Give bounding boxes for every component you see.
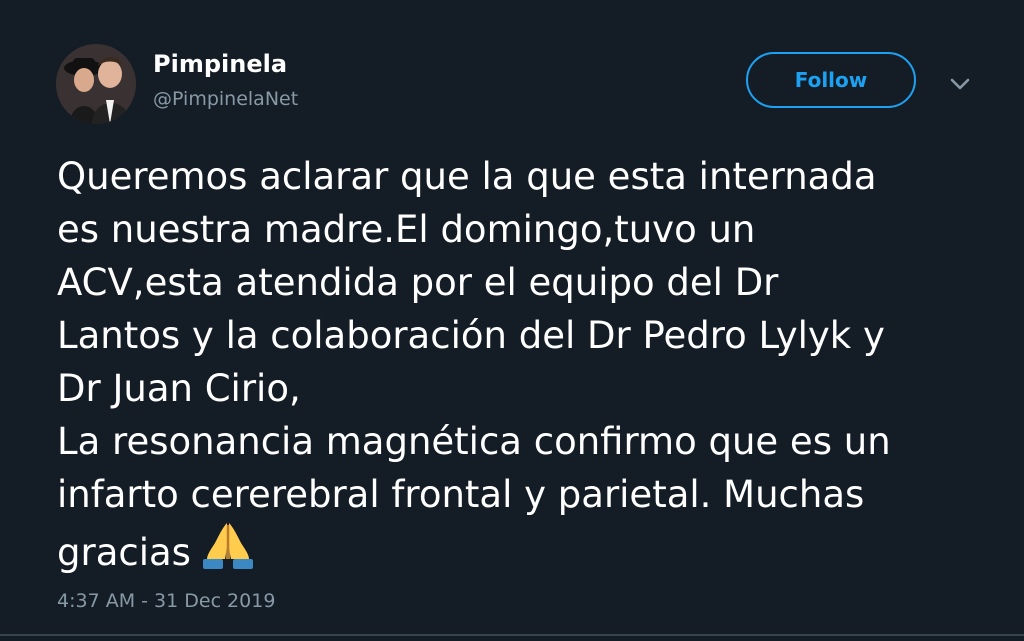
- author-display-name[interactable]: Pimpinela: [153, 50, 287, 78]
- tweet-text-line: ACV,esta atendida por el equipo del Dr: [57, 261, 779, 304]
- tweet-text-line: La resonancia magnética confirmo que es …: [57, 420, 891, 463]
- tweet-text-line: es nuestra madre.El domingo,tuvo un: [57, 208, 756, 251]
- profile-photo-avatar-icon: [56, 44, 136, 124]
- tweet-text-line: Dr Juan Cirio,: [57, 367, 301, 410]
- author-avatar[interactable]: [56, 44, 136, 124]
- tweet-timestamp[interactable]: 4:37 AM - 31 Dec 2019: [57, 590, 275, 612]
- chevron-down-icon[interactable]: [944, 68, 976, 100]
- follow-button[interactable]: Follow: [746, 52, 916, 108]
- tweet-text: Queremos aclarar que la que esta interna…: [57, 150, 987, 579]
- tweet-text-line: Lantos y la colaboración del Dr Pedro Ly…: [57, 314, 885, 357]
- divider: [0, 634, 1024, 636]
- tweet-text-line: gracias: [57, 531, 191, 574]
- folded-hands-emoji-icon: [199, 521, 257, 571]
- tweet-text-line: infarto cererebral frontal y parietal. M…: [57, 473, 865, 516]
- tweet-text-line: Queremos aclarar que la que esta interna…: [57, 155, 877, 198]
- tweet-card: Pimpinela @PimpinelaNet Follow Queremos …: [0, 0, 1024, 641]
- author-handle[interactable]: @PimpinelaNet: [153, 88, 298, 110]
- tweet-text-last-line: gracias: [57, 521, 987, 579]
